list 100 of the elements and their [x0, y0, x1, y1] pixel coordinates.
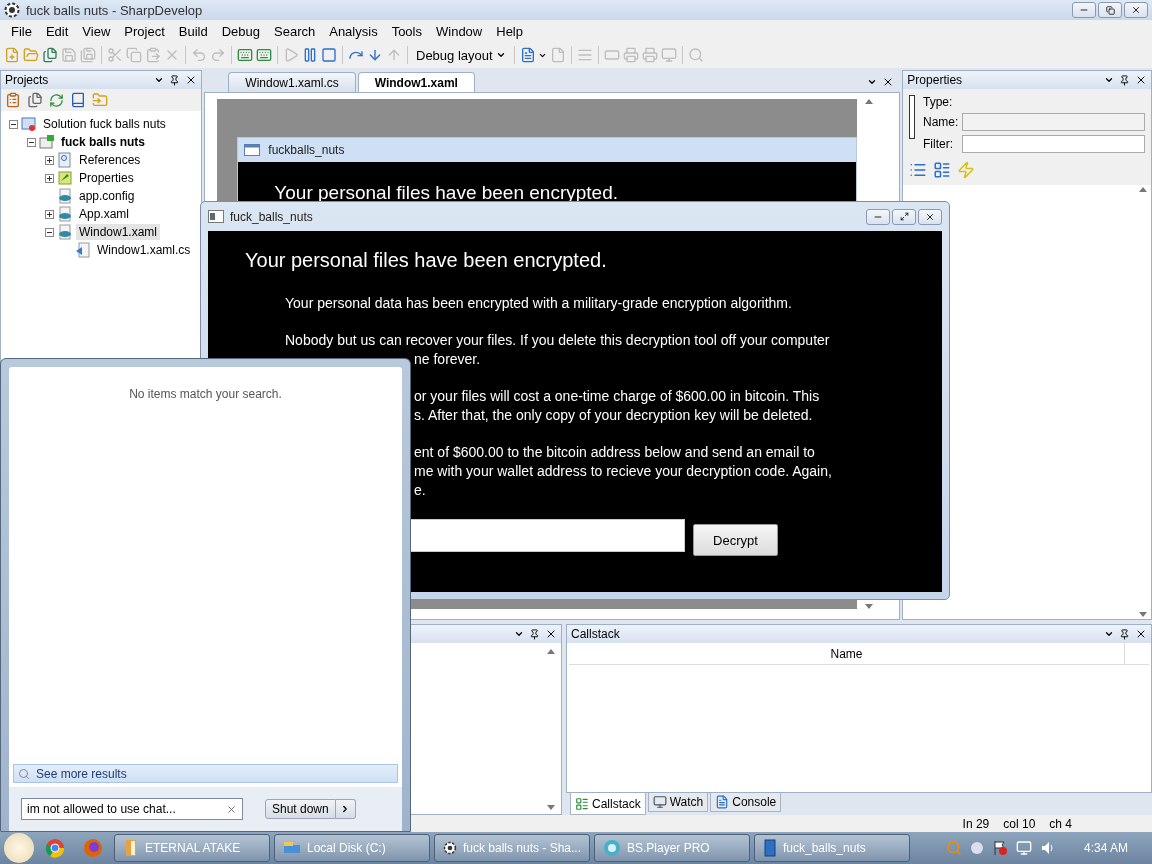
network-icon[interactable]	[1015, 840, 1032, 856]
decrypt-button[interactable]: Decrypt	[693, 524, 778, 556]
layout-dropdown[interactable]: Debug layout	[413, 47, 509, 63]
pin-icon[interactable]	[1119, 74, 1131, 86]
close-icon[interactable]	[545, 628, 557, 640]
collapse-icon[interactable]	[27, 137, 36, 147]
browser-icon[interactable]	[45, 838, 65, 858]
see-more-results-link[interactable]: See more results	[13, 764, 398, 783]
dropdown-icon[interactable]	[1104, 629, 1114, 639]
caret-icon	[495, 50, 506, 60]
minimize-button[interactable]	[866, 208, 890, 225]
menu-item[interactable]: Build	[171, 23, 215, 39]
collapse-icon[interactable]	[9, 119, 18, 129]
tree-item[interactable]: Window1.xaml.cs	[94, 242, 194, 258]
stop-icon[interactable]	[321, 47, 337, 63]
scroll-up-icon[interactable]	[1139, 187, 1148, 192]
power-options-button[interactable]	[335, 799, 356, 819]
filter-field[interactable]	[962, 135, 1146, 153]
files-icon[interactable]	[42, 47, 58, 63]
dropdown-icon[interactable]	[1104, 75, 1115, 85]
menu-item[interactable]: Debug	[214, 23, 267, 39]
panel-tab[interactable]: Console	[710, 793, 782, 812]
tree-item[interactable]: References	[76, 152, 144, 168]
tree-item[interactable]: fuck balls nuts	[58, 134, 149, 150]
tree-item[interactable]: App.xaml	[76, 206, 133, 222]
refresh-icon[interactable]	[49, 92, 64, 108]
scroll-up-icon[interactable]	[865, 99, 874, 104]
menu-item[interactable]: Tools	[384, 23, 429, 39]
tree-item[interactable]: Solution fuck balls nuts	[40, 116, 169, 132]
app-window-title: fuck_balls_nuts	[230, 209, 313, 224]
column-header[interactable]: Name	[569, 643, 1125, 664]
pause-icon[interactable]	[302, 47, 318, 63]
panel-tab[interactable]: Callstack	[570, 793, 646, 815]
expand-icon[interactable]	[45, 209, 54, 219]
address-field[interactable]	[410, 518, 685, 552]
restore-button[interactable]	[1098, 2, 1122, 18]
browser-icon[interactable]	[83, 838, 103, 858]
menu-item[interactable]: View	[75, 23, 118, 39]
menu-item[interactable]: Analysis	[322, 23, 385, 39]
shut-down-button[interactable]: Shut down	[265, 799, 336, 819]
close-button[interactable]	[918, 208, 942, 225]
panel-tab[interactable]: Watch	[647, 793, 709, 812]
flag-icon[interactable]	[991, 840, 1008, 856]
close-button[interactable]	[1124, 2, 1148, 18]
message-line: Your personal data has been encrypted with a military-grade encryption algorithm.	[285, 294, 792, 313]
expand-icon[interactable]	[45, 155, 54, 165]
pin-icon[interactable]	[529, 628, 540, 640]
layout-icon[interactable]	[933, 161, 952, 179]
menu-item[interactable]: Help	[489, 23, 530, 39]
window-icon	[763, 839, 777, 857]
speaker-icon[interactable]	[1039, 840, 1056, 856]
close-icon	[1131, 5, 1141, 15]
document-icon[interactable]	[519, 47, 536, 63]
tree-item[interactable]: app.config	[76, 188, 138, 204]
ransom-heading: Your personal files have been encrypted.	[244, 249, 608, 272]
properties-icon	[57, 170, 73, 186]
search-field[interactable]: im not allowed to use chat...	[21, 798, 243, 820]
minimize-button[interactable]	[1072, 2, 1096, 18]
name-field[interactable]	[962, 113, 1146, 131]
book-icon[interactable]	[70, 92, 86, 108]
panel-title: Callstack	[571, 627, 620, 641]
pin-icon[interactable]	[169, 74, 181, 86]
panel-title: Projects	[5, 73, 49, 87]
document-tab[interactable]: Window1.xaml	[357, 72, 475, 92]
message-line: ent of $600.00 to the bitcoin address below and send an email to	[414, 443, 815, 462]
tree-item[interactable]: Window1.xaml	[76, 224, 161, 240]
scroll-down-icon[interactable]	[1139, 612, 1148, 617]
keyboard-icon[interactable]	[237, 47, 253, 63]
keyboard-icon[interactable]	[256, 47, 272, 63]
close-icon[interactable]	[1135, 628, 1147, 640]
clear-icon[interactable]	[226, 803, 237, 815]
panel-title: Properties	[907, 73, 963, 87]
menu-item[interactable]: Search	[267, 23, 323, 39]
scroll-up-icon[interactable]	[547, 649, 555, 654]
scroll-down-icon[interactable]	[865, 604, 874, 609]
expand-icon[interactable]	[45, 173, 54, 183]
menu-item[interactable]: Project	[117, 23, 172, 39]
pin-icon[interactable]	[1119, 628, 1130, 640]
files-icon[interactable]	[27, 92, 43, 108]
menu-item[interactable]: Edit	[38, 23, 76, 39]
start-button[interactable]	[4, 833, 34, 863]
message-line: me with your wallet address to recieve your decryption code. Again,	[414, 462, 832, 481]
search-icon	[18, 767, 30, 780]
collapse-icon[interactable]	[45, 227, 54, 237]
door-icon	[123, 839, 139, 857]
tree-item[interactable]: Properties	[76, 170, 137, 186]
clipboard-icon[interactable]	[5, 92, 21, 108]
document-tab[interactable]: Window1.xaml.cs	[228, 72, 356, 92]
list-icon[interactable]	[909, 161, 928, 179]
scroll-down-icon[interactable]	[547, 805, 555, 810]
code-file-icon	[75, 242, 91, 258]
maximize-button[interactable]	[892, 208, 916, 225]
solution-icon	[21, 116, 37, 132]
dropdown-icon[interactable]	[867, 77, 878, 87]
menu-item[interactable]: File	[4, 23, 39, 39]
menu-item[interactable]: Window	[429, 23, 490, 39]
designer-window-title: fuckballs_nuts	[268, 143, 345, 157]
dropdown-icon[interactable]	[514, 629, 524, 639]
project-icon	[39, 134, 55, 150]
dropdown-icon[interactable]	[154, 75, 165, 85]
